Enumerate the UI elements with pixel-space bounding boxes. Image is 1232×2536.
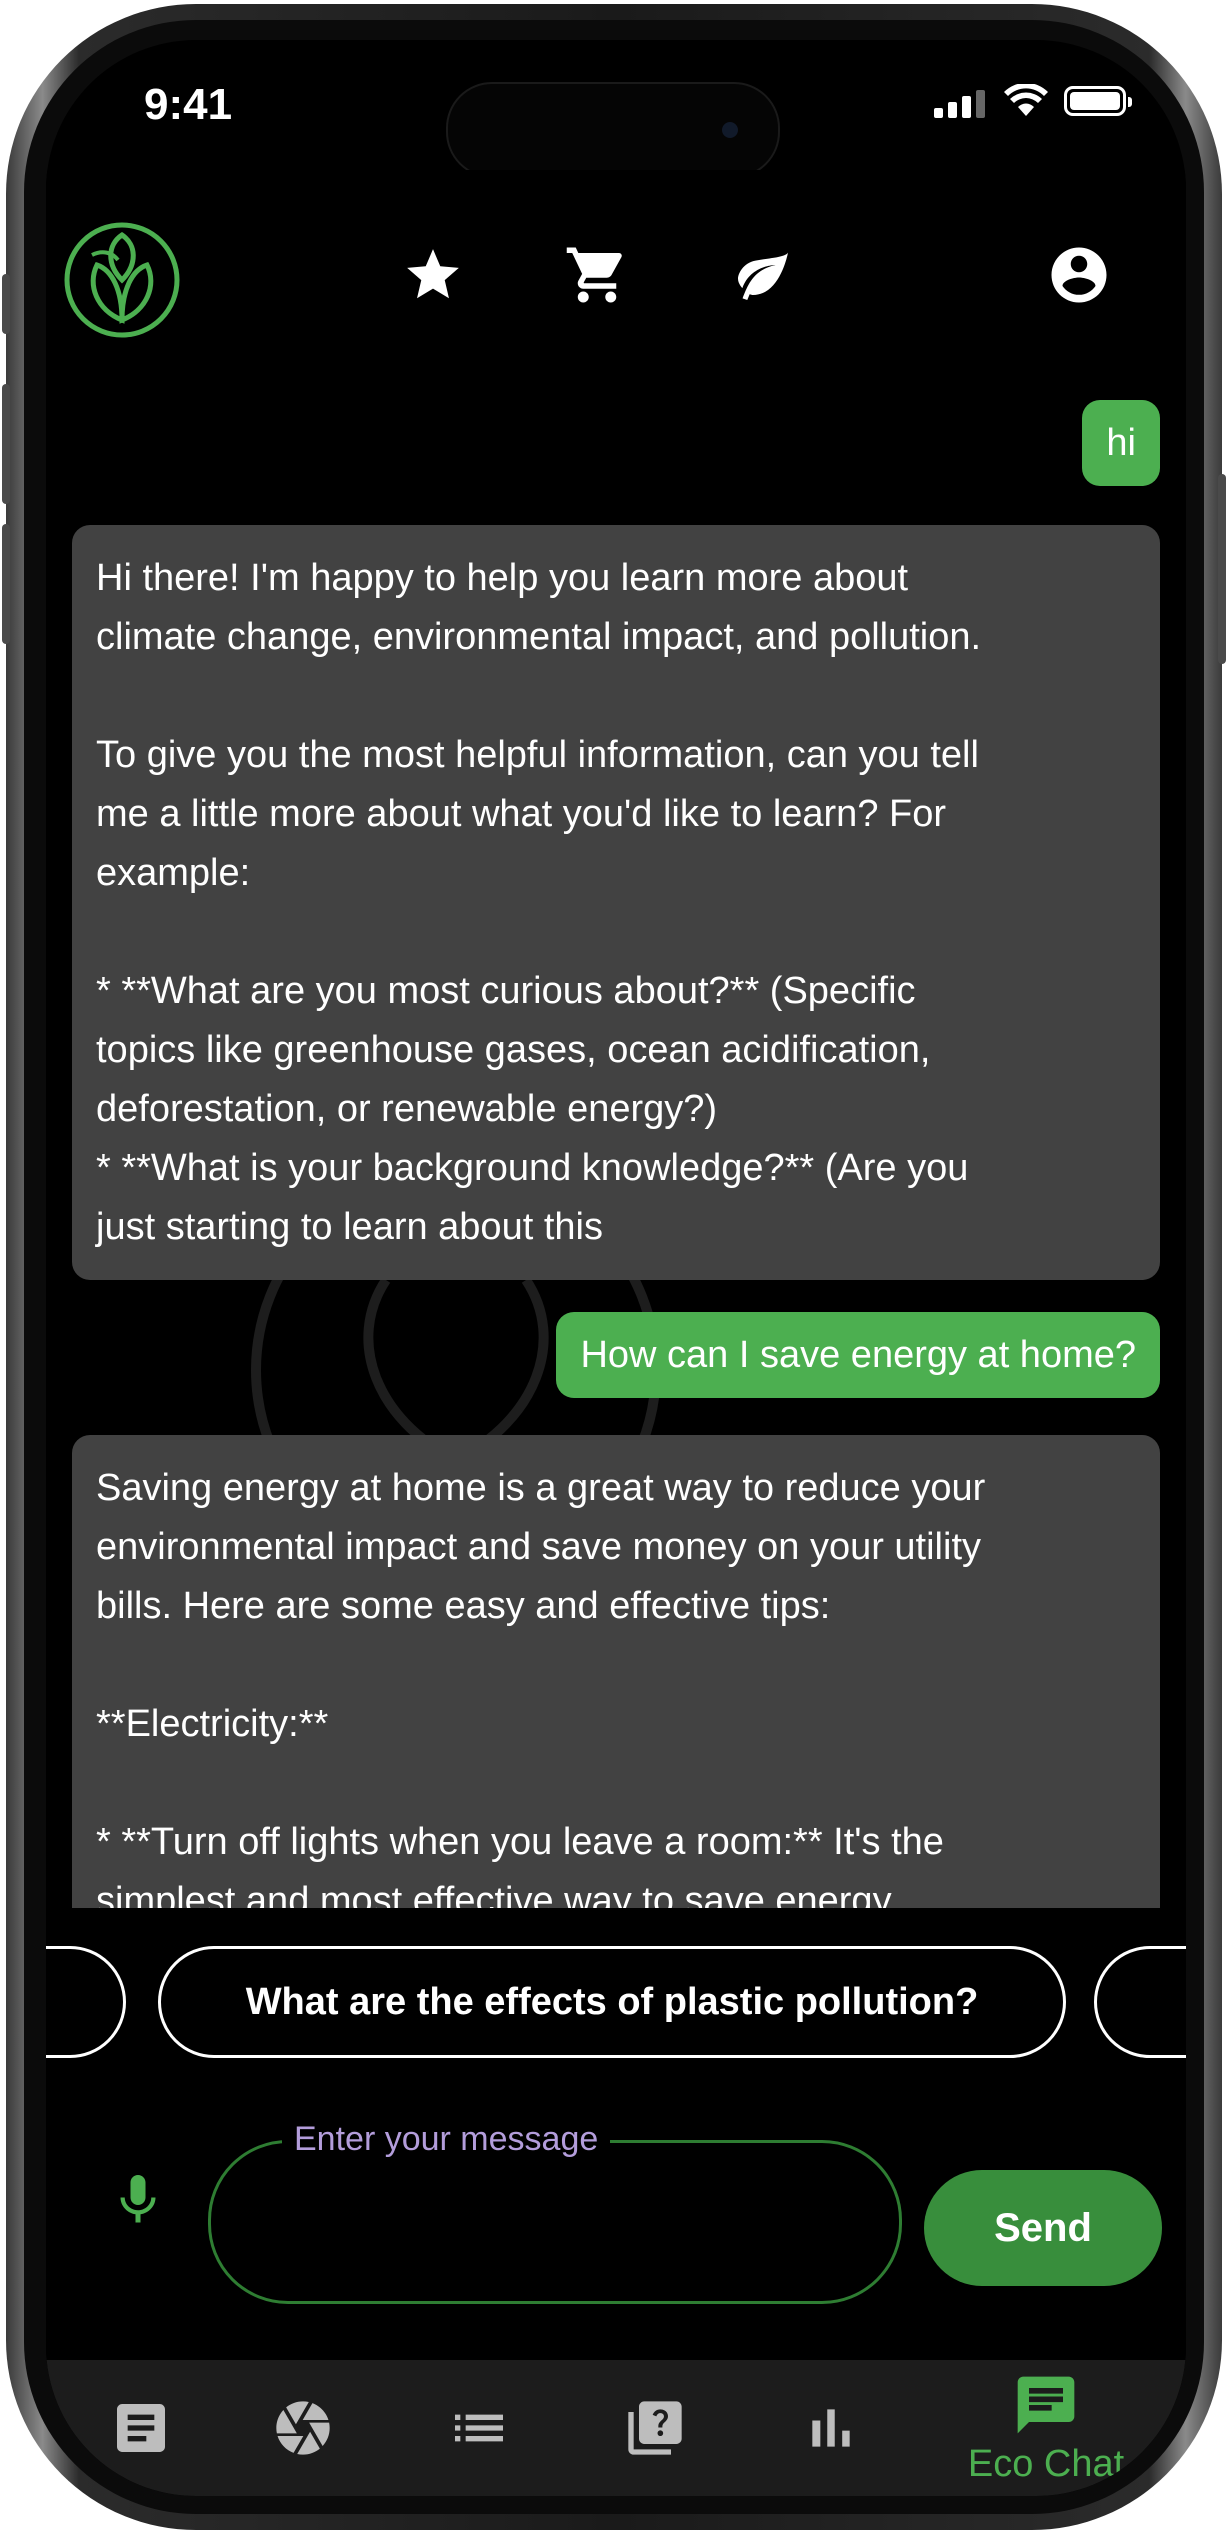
message-composer: Enter your message Send (46, 2090, 1186, 2304)
camera-icon (722, 122, 738, 138)
chat-message-list[interactable]: hi Hi there! I'm happy to help you learn… (46, 400, 1186, 1908)
volume-up-button (2, 384, 10, 504)
app-logo[interactable] (62, 220, 182, 340)
message-input[interactable] (208, 2140, 902, 2304)
camera-shutter-icon (276, 2401, 330, 2455)
screen: 9:41 hi Hi there! I'm happy to help you … (46, 40, 1186, 2496)
user-message: How can I save energy at home? (556, 1312, 1160, 1398)
account-icon[interactable] (1044, 240, 1114, 310)
status-time: 9:41 (144, 80, 233, 129)
chat-icon (1017, 2376, 1075, 2433)
bottom-navigation: Eco Chat (46, 2360, 1186, 2496)
suggestion-chips: What are the effects of plastic pollutio… (46, 1940, 1186, 2060)
bot-message: Saving energy at home is a great way to … (72, 1435, 1160, 1908)
send-button[interactable]: Send (924, 2170, 1162, 2286)
quiz-icon (628, 2401, 682, 2455)
microphone-icon[interactable] (108, 2170, 168, 2235)
power-button (1218, 474, 1226, 664)
bar-chart-icon (812, 2409, 850, 2447)
top-app-bar (46, 170, 1186, 338)
wifi-icon (1004, 84, 1048, 116)
battery-icon (1064, 86, 1132, 116)
nav-item-eco-chat[interactable]: Eco Chat (958, 2360, 1134, 2496)
article-icon (117, 2404, 165, 2452)
bot-message: Hi there! I'm happy to help you learn mo… (72, 525, 1160, 1280)
suggestion-chip-partial[interactable] (46, 1946, 126, 2058)
suggestion-chip[interactable]: What are the effects of plastic pollutio… (158, 1946, 1066, 2058)
mute-switch (2, 274, 10, 334)
signal-icon (934, 90, 985, 118)
star-icon[interactable] (398, 240, 468, 310)
cart-icon[interactable] (562, 240, 632, 310)
suggestion-chip-partial[interactable] (1094, 1946, 1186, 2058)
status-bar: 9:41 (46, 40, 1186, 178)
nav-item-articles[interactable] (92, 2360, 190, 2496)
nav-item-camera[interactable] (254, 2360, 352, 2496)
nav-item-quiz[interactable] (606, 2360, 704, 2496)
nav-item-stats[interactable] (782, 2360, 880, 2496)
app-root: hi Hi there! I'm happy to help you learn… (46, 170, 1186, 2496)
nav-item-list[interactable] (430, 2360, 528, 2496)
nav-label-eco-chat: Eco Chat (967, 2442, 1125, 2485)
user-message: hi (1082, 400, 1160, 486)
leaf-icon[interactable] (728, 240, 798, 310)
list-icon (455, 2414, 503, 2442)
dynamic-island (446, 82, 780, 178)
message-input-label: Enter your message (282, 2120, 611, 2159)
volume-down-button (2, 524, 10, 644)
